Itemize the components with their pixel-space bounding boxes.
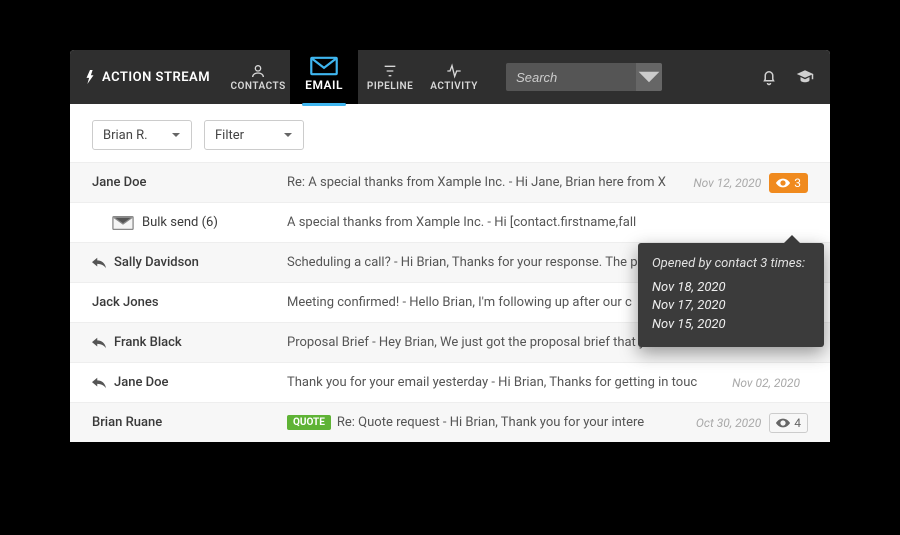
open-count-value: 4 [794,416,801,430]
email-preview-text: Proposal Brief - Hey Brian, We just got … [287,335,645,350]
nav-contacts[interactable]: CONTACTS [226,50,290,104]
nav-email[interactable]: EMAIL [290,36,358,104]
tooltip-date: Nov 17, 2020 [652,297,810,316]
bell-icon[interactable] [760,68,778,86]
sender-cell: Jane Doe [92,375,287,390]
nav-activity[interactable]: ACTIVITY [422,50,486,104]
caret-down-icon [171,130,181,140]
reply-icon [92,337,106,349]
email-icon [309,56,339,76]
open-count-badge[interactable]: 4 [769,413,808,433]
top-bar: ACTION STREAM CONTACTS EMAIL PIPELINE AC… [70,50,830,104]
email-preview-text: Meeting confirmed! - Hello Brian, I'm fo… [287,295,632,310]
email-preview-text: Re: A special thanks from Xample Inc. - … [287,175,666,190]
email-row[interactable]: Jane Doe Re: A special thanks from Xample… [70,162,830,202]
caret-down-icon [283,130,293,140]
eye-icon [776,178,790,188]
sender-name: Jack Jones [92,295,159,310]
filter-person[interactable]: Brian R. [92,120,192,150]
nav-contacts-label: CONTACTS [230,81,285,92]
sender-name: Brian Ruane [92,415,162,430]
graduation-cap-icon[interactable] [796,68,814,86]
tooltip-date: Nov 15, 2020 [652,316,810,335]
email-preview: Re: A special thanks from Xample Inc. - … [287,175,693,190]
sender-name: Jane Doe [114,375,169,390]
open-count-value: 3 [794,176,801,190]
email-date: Nov 02, 2020 [732,376,808,390]
envelope-icon [112,215,134,231]
pipeline-icon [380,63,400,79]
opens-tooltip: Opened by contact 3 times: Nov 18, 2020 … [638,243,824,347]
app-window: ACTION STREAM CONTACTS EMAIL PIPELINE AC… [70,50,830,442]
nav-activity-label: ACTIVITY [430,81,478,92]
sender-cell: Bulk send (6) [92,215,287,231]
email-preview: Thank you for your email yesterday - Hi … [287,375,732,390]
header-right [760,68,830,86]
search-dropdown[interactable] [636,63,662,91]
sender-name: Bulk send (6) [142,215,218,230]
reply-icon [92,257,106,269]
bolt-icon [84,70,96,84]
filter-bar: Brian R. Filter [70,104,830,162]
sender-cell: Sally Davidson [92,255,287,270]
sender-cell: Frank Black [92,335,287,350]
sender-name: Frank Black [114,335,182,350]
sender-cell: Brian Ruane [92,415,287,430]
brand-label: ACTION STREAM [102,70,210,85]
open-count-badge[interactable]: 3 [769,173,808,193]
tooltip-head: Opened by contact 3 times: [652,255,810,273]
search-wrap [506,63,662,91]
sender-cell: Jane Doe [92,175,287,190]
email-preview-text: Thank you for your email yesterday - Hi … [287,375,697,390]
filter-person-label: Brian R. [103,128,148,143]
reply-icon [92,377,106,389]
filter-type[interactable]: Filter [204,120,304,150]
email-row[interactable]: Bulk send (6) A special thanks from Xampl… [70,202,830,242]
email-preview: QUOTE Re: Quote request - Hi Brian, Thank… [287,415,696,430]
nav-pipeline[interactable]: PIPELINE [358,50,422,104]
search-input[interactable] [506,63,636,91]
email-preview: A special thanks from Xample Inc. - Hi [… [287,215,800,230]
activity-icon [444,63,464,79]
email-preview-text: A special thanks from Xample Inc. - Hi [… [287,215,636,230]
nav-pipeline-label: PIPELINE [367,81,413,92]
eye-icon [776,418,790,428]
email-preview-text: Scheduling a call? - Hi Brian, Thanks fo… [287,255,638,270]
sender-name: Sally Davidson [114,255,199,270]
email-preview-text: Re: Quote request - Hi Brian, Thank you … [337,415,644,430]
nav-email-label: EMAIL [305,78,343,92]
contacts-icon [248,63,268,79]
nav: CONTACTS EMAIL PIPELINE ACTIVITY [226,50,486,104]
sender-cell: Jack Jones [92,295,287,310]
sender-name: Jane Doe [92,175,147,190]
email-date: Nov 12, 2020 [693,176,769,190]
email-row[interactable]: Brian Ruane QUOTE Re: Quote request - Hi B… [70,402,830,442]
email-date: Oct 30, 2020 [696,416,769,430]
tooltip-date: Nov 18, 2020 [652,279,810,298]
quote-tag: QUOTE [287,415,331,430]
email-row[interactable]: Jane Doe Thank you for your email yesterd… [70,362,830,402]
caret-down-icon [636,64,662,90]
filter-type-label: Filter [215,128,244,143]
brand: ACTION STREAM [70,70,226,85]
